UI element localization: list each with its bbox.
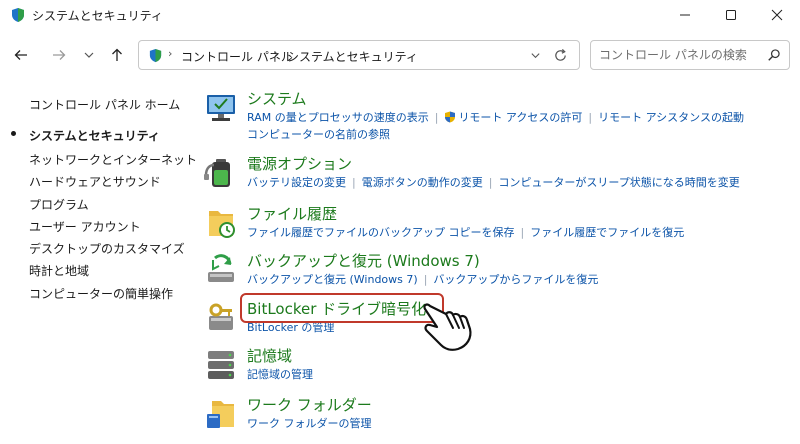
sidebar-item-network[interactable]: ネットワークとインターネット bbox=[29, 151, 197, 168]
category-power-options: 電源オプション バッテリ設定の変更 | 電源ボタンの動作の変更 | コンピューターがスリ… bbox=[200, 153, 790, 198]
link-manage-storage-spaces[interactable]: 記憶域の管理 bbox=[247, 368, 313, 381]
breadcrumb-separator-icon[interactable]: › bbox=[168, 47, 172, 60]
category-backup-restore-links: バックアップと復元 (Windows 7) | バックアップからファイルを復元 bbox=[247, 271, 787, 288]
sidebar-item-hardware[interactable]: ハードウェアとサウンド bbox=[29, 173, 161, 190]
bitlocker-key-icon bbox=[209, 303, 233, 330]
current-item-bullet bbox=[11, 131, 16, 136]
link-divider: | bbox=[488, 176, 493, 189]
link-manage-work-folders[interactable]: ワーク フォルダーの管理 bbox=[247, 417, 372, 430]
forward-button[interactable] bbox=[46, 42, 72, 68]
search-input[interactable] bbox=[599, 46, 761, 64]
arrow-up-icon bbox=[112, 48, 122, 61]
category-storage-spaces-title[interactable]: 記憶域 bbox=[247, 345, 292, 366]
sidebar-item-clock-region[interactable]: 時計と地域 bbox=[29, 262, 89, 279]
breadcrumb-separator-icon[interactable]: › bbox=[274, 47, 278, 60]
uac-shield-icon bbox=[445, 111, 456, 123]
category-work-folders-links: ワーク フォルダーの管理 bbox=[247, 415, 787, 432]
sidebar-item-programs[interactable]: プログラム bbox=[29, 196, 89, 213]
search-box[interactable] bbox=[590, 40, 790, 70]
sidebar-item-user-accounts[interactable]: ユーザー アカウント bbox=[29, 218, 141, 235]
sidebar-item-system-security: システムとセキュリティ bbox=[29, 129, 160, 143]
link-restore-from-backup[interactable]: バックアップからファイルを復元 bbox=[433, 273, 598, 286]
link-divider: | bbox=[520, 226, 525, 239]
category-system-title[interactable]: システム bbox=[247, 88, 307, 109]
work-folders-icon bbox=[207, 401, 234, 428]
category-power-options-links: バッテリ設定の変更 | 電源ボタンの動作の変更 | コンピューターがスリープ状態になる時… bbox=[247, 174, 787, 191]
arrow-right-icon bbox=[53, 50, 66, 60]
back-button[interactable] bbox=[8, 42, 34, 68]
link-view-ram-processor[interactable]: RAM の量とプロセッサの速度の表示 bbox=[247, 111, 429, 124]
window-title: システムとセキュリティ bbox=[32, 9, 163, 23]
maximize-button[interactable] bbox=[708, 0, 754, 30]
power-battery-icon bbox=[204, 159, 230, 187]
category-storage-spaces: 記憶域 記憶域の管理 bbox=[200, 345, 790, 385]
link-restore-files[interactable]: ファイル履歴でファイルを復元 bbox=[530, 226, 684, 239]
storage-drives-icon bbox=[208, 351, 234, 379]
link-launch-remote-assistance[interactable]: リモート アシスタンスの起動 bbox=[598, 111, 744, 124]
category-backup-restore-title[interactable]: バックアップと復元 (Windows 7) bbox=[247, 250, 480, 271]
breadcrumb-system-security[interactable]: システムとセキュリティ bbox=[287, 48, 418, 65]
control-panel-icon bbox=[12, 8, 24, 22]
title-bar: システムとセキュリティ bbox=[0, 0, 800, 30]
backup-restore-icon bbox=[208, 254, 234, 282]
link-change-battery-settings[interactable]: バッテリ設定の変更 bbox=[247, 176, 346, 189]
link-backup-restore-windows7[interactable]: バックアップと復元 (Windows 7) bbox=[247, 273, 418, 286]
refresh-button[interactable] bbox=[549, 45, 571, 65]
category-backup-restore: バックアップと復元 (Windows 7) バックアップと復元 (Windows… bbox=[200, 250, 790, 295]
file-history-icon bbox=[209, 211, 235, 238]
link-change-sleep-time[interactable]: コンピューターがスリープ状態になる時間を変更 bbox=[498, 176, 739, 189]
category-file-history-links: ファイル履歴でファイルのバックアップ コピーを保存 | ファイル履歴でファイルを復元 bbox=[247, 224, 787, 241]
minimize-button[interactable] bbox=[662, 0, 708, 30]
category-power-options-title[interactable]: 電源オプション bbox=[247, 153, 352, 174]
link-divider: | bbox=[352, 176, 356, 189]
link-divider: | bbox=[588, 111, 593, 124]
category-file-history: ファイル履歴 ファイル履歴でファイルのバックアップ コピーを保存 | ファイル履歴で… bbox=[200, 203, 790, 248]
category-storage-spaces-links: 記憶域の管理 bbox=[247, 366, 787, 383]
refresh-icon bbox=[554, 48, 566, 61]
search-icon[interactable] bbox=[767, 48, 781, 62]
system-monitor-icon bbox=[207, 95, 235, 121]
maximize-icon bbox=[726, 10, 736, 20]
close-button[interactable] bbox=[754, 0, 800, 30]
minimize-icon bbox=[680, 14, 690, 16]
category-work-folders: ワーク フォルダー ワーク フォルダーの管理 bbox=[200, 394, 790, 434]
link-divider: | bbox=[423, 273, 428, 286]
category-system: システム RAM の量とプロセッサの速度の表示 | リモート アクセスの許可 | リモー… bbox=[200, 88, 790, 146]
recent-locations-button[interactable] bbox=[76, 42, 102, 68]
arrow-left-icon bbox=[14, 50, 27, 60]
up-button[interactable] bbox=[104, 42, 130, 68]
control-panel-icon bbox=[149, 48, 162, 63]
hand-pointer-icon bbox=[423, 303, 472, 351]
link-save-backup-copies[interactable]: ファイル履歴でファイルのバックアップ コピーを保存 bbox=[247, 226, 515, 239]
category-file-history-title[interactable]: ファイル履歴 bbox=[247, 203, 337, 224]
category-system-links: RAM の量とプロセッサの速度の表示 | リモート アクセスの許可 | リモート アシス… bbox=[247, 109, 787, 143]
navigation-bar: › コントロール パネル › システムとセキュリティ bbox=[0, 30, 800, 80]
link-see-computer-name[interactable]: コンピューターの名前の参照 bbox=[247, 128, 390, 141]
link-divider: | bbox=[434, 111, 439, 124]
chevron-down-icon bbox=[84, 52, 94, 58]
sidebar-item-ease-of-access[interactable]: コンピューターの簡単操作 bbox=[29, 285, 173, 302]
address-dropdown-button[interactable] bbox=[525, 45, 545, 65]
highlight-box bbox=[240, 293, 444, 323]
link-allow-remote-access[interactable]: リモート アクセスの許可 bbox=[458, 111, 582, 124]
link-change-power-buttons[interactable]: 電源ボタンの動作の変更 bbox=[362, 176, 483, 189]
sidebar-item-appearance[interactable]: デスクトップのカスタマイズ bbox=[29, 240, 185, 257]
chevron-down-icon bbox=[530, 52, 540, 58]
close-icon bbox=[771, 9, 783, 21]
address-bar[interactable]: › コントロール パネル › システムとセキュリティ bbox=[138, 40, 580, 70]
category-work-folders-title[interactable]: ワーク フォルダー bbox=[247, 394, 372, 415]
sidebar-item-home[interactable]: コントロール パネル ホーム bbox=[29, 96, 180, 113]
